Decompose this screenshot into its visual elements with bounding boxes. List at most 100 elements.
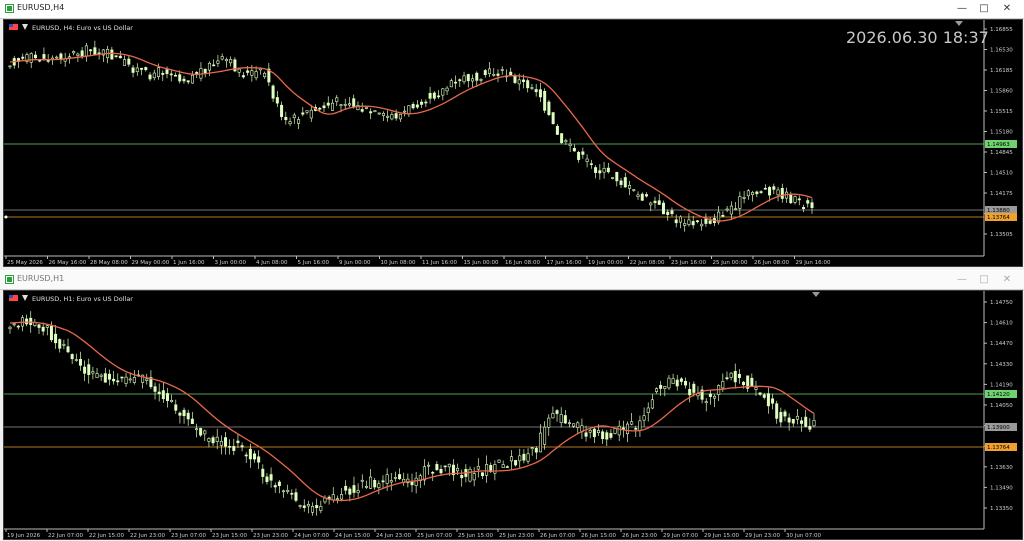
- candle-body: [107, 373, 111, 380]
- candle-body: [315, 505, 319, 509]
- candle-body: [721, 215, 725, 217]
- candle-body: [456, 467, 460, 472]
- candle-body: [530, 87, 534, 89]
- candle-body: [538, 89, 542, 98]
- candle-body: [468, 468, 472, 482]
- candle-body: [91, 371, 95, 374]
- candle-body: [789, 194, 793, 204]
- maximize-icon: □: [979, 274, 989, 285]
- candle-body: [460, 475, 464, 479]
- minimize-icon: —: [957, 274, 967, 285]
- time-axis-label: 15 Jun 00:00: [464, 260, 499, 266]
- time-axis-label: 22 Jun 15:00: [89, 533, 124, 539]
- candle-body: [806, 200, 810, 204]
- candle-body: [381, 112, 385, 116]
- candle-body: [496, 73, 500, 76]
- candle-body: [492, 74, 496, 76]
- candle-body: [229, 59, 233, 64]
- candle-body: [642, 415, 646, 421]
- candle-body: [161, 73, 165, 75]
- h4-title-bar[interactable]: EURUSD,H4 — □ ✕: [0, 0, 1024, 19]
- candle-body: [360, 479, 364, 482]
- candle-body: [601, 431, 605, 440]
- minimize-button[interactable]: —: [951, 2, 973, 16]
- candle-body: [619, 180, 623, 185]
- candle-body: [791, 418, 795, 424]
- candle-body: [33, 54, 37, 59]
- candle-body: [360, 109, 364, 112]
- candle-body: [675, 379, 679, 387]
- close-button[interactable]: ✕: [996, 2, 1018, 16]
- candle-body: [237, 68, 241, 73]
- h4-chart-svg[interactable]: EURUSD, H4: Euro vs US Dollar 1.16855 1.16…: [4, 20, 1022, 266]
- candle-body: [80, 50, 84, 57]
- candle-body: [37, 324, 41, 328]
- h1-chart-svg[interactable]: EURUSD, H1: Euro vs US Dollar 1.14750 1.14…: [4, 291, 1022, 539]
- candle-body: [224, 437, 228, 447]
- close-icon: ✕: [1002, 274, 1012, 285]
- candle-body: [435, 464, 439, 471]
- candle-body: [534, 89, 538, 93]
- candle-body: [509, 71, 513, 76]
- close-button[interactable]: ✕: [996, 273, 1018, 287]
- candle-body: [560, 133, 564, 144]
- candle-body: [708, 220, 712, 224]
- candle-body: [526, 80, 530, 89]
- price-axis-label: 1.13630: [990, 465, 1013, 471]
- h4-chart-area[interactable]: EURUSD, H4: Euro vs US Dollar 1.16855 1.16…: [3, 19, 1023, 267]
- candle-body: [403, 110, 407, 113]
- candle-body: [220, 56, 224, 60]
- price-label-orange-text: 1.13764: [987, 445, 1010, 451]
- time-axis-label: 16 Jun 08:00: [505, 260, 540, 266]
- candle-body: [277, 481, 281, 486]
- candle-body: [364, 107, 368, 109]
- candle-body: [594, 167, 598, 173]
- candle-body: [348, 488, 352, 495]
- price-axis-label: 1.16855: [990, 27, 1013, 33]
- candle-body: [692, 383, 696, 393]
- candle-body: [41, 326, 45, 332]
- candle-body: [475, 72, 479, 81]
- candle-body: [522, 453, 526, 461]
- maximize-button[interactable]: □: [973, 2, 995, 16]
- candle-body: [318, 107, 322, 110]
- candle-body: [131, 67, 135, 73]
- candle-body: [311, 505, 315, 513]
- candle-body: [679, 378, 683, 382]
- candle-body: [309, 109, 313, 119]
- time-axis-label: 23 Jun 16:00: [671, 260, 706, 266]
- candle-body: [636, 194, 640, 197]
- candle-body: [216, 60, 220, 64]
- minimize-button[interactable]: —: [951, 273, 973, 287]
- candle-body: [431, 471, 435, 474]
- candle-body: [551, 112, 555, 125]
- time-axis-label: 26 Jun 23:00: [622, 533, 657, 539]
- candle-body: [437, 95, 441, 98]
- candle-body: [263, 72, 267, 78]
- time-axis-label: 5 Jun 16:00: [298, 260, 330, 266]
- h1-title-bar[interactable]: EURUSD,H1 — □ ✕: [0, 271, 1024, 290]
- candle-body: [212, 64, 216, 67]
- time-axis-label: 23 Jun 15:00: [212, 533, 247, 539]
- candle-body: [471, 78, 475, 82]
- maximize-button[interactable]: □: [973, 273, 995, 287]
- candle-body: [700, 223, 704, 227]
- candle-body: [286, 489, 290, 492]
- candle-body: [589, 163, 593, 165]
- candle-body: [76, 53, 80, 56]
- candle-body: [787, 417, 791, 423]
- minimize-icon: —: [957, 3, 967, 14]
- candle-body: [87, 364, 91, 375]
- candle-body: [12, 323, 16, 326]
- chart-window-icon: [5, 4, 14, 13]
- candle-body: [8, 65, 12, 68]
- candle-body: [46, 60, 50, 62]
- price-axis-label: 1.16530: [990, 48, 1013, 54]
- candle-body: [518, 455, 522, 462]
- candle-body: [301, 112, 305, 115]
- candle-body: [479, 79, 483, 81]
- candle-body: [377, 483, 381, 488]
- h1-chart-area[interactable]: EURUSD, H1: Euro vs US Dollar 1.14750 1.14…: [3, 290, 1023, 540]
- candle-body: [244, 454, 248, 457]
- price-axis-label: 1.15515: [990, 109, 1013, 115]
